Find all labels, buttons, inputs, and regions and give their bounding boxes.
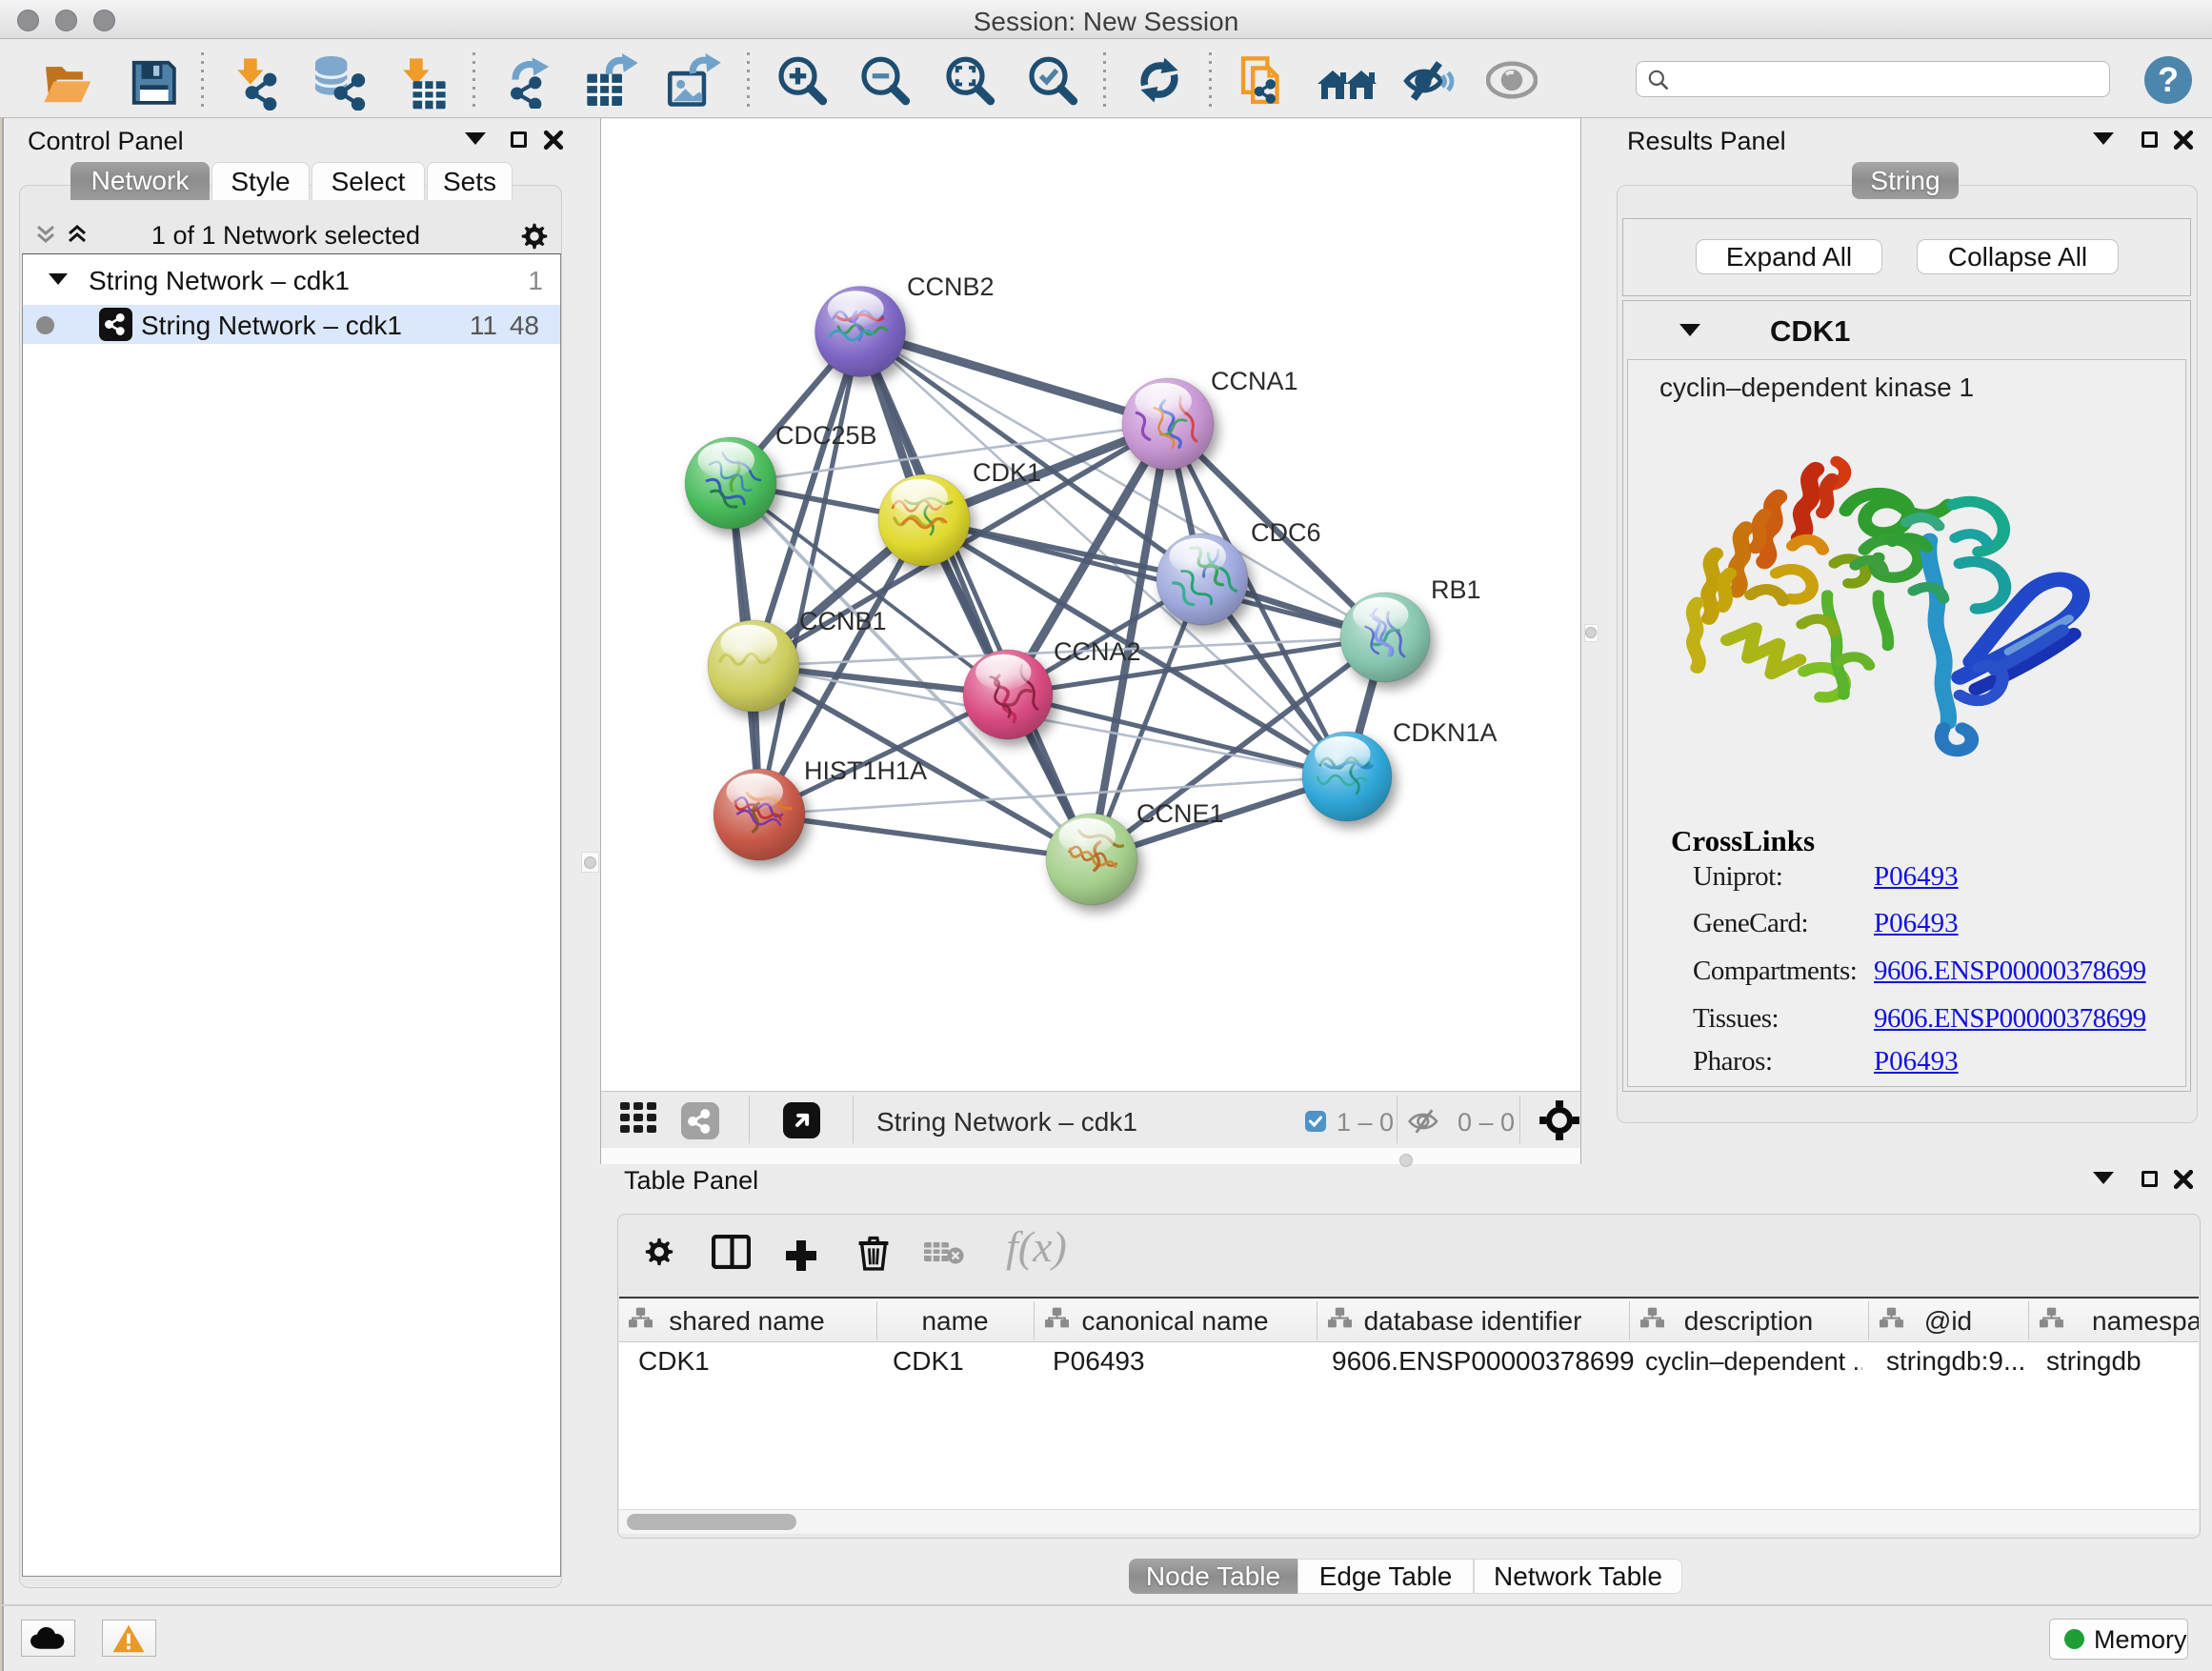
svg-text:CCNA1: CCNA1 [1211,367,1298,395]
svg-text:CDK1: CDK1 [973,458,1041,487]
svg-text:CCNE1: CCNE1 [1136,799,1224,828]
svg-text:RB1: RB1 [1431,575,1481,604]
svg-text:CDC6: CDC6 [1251,518,1321,547]
svg-text:CCNA2: CCNA2 [1054,637,1141,666]
svg-text:CCNB1: CCNB1 [799,607,887,635]
svg-text:HIST1H1A: HIST1H1A [804,756,927,785]
svg-text:CCNB2: CCNB2 [907,272,995,301]
svg-text:CDKN1A: CDKN1A [1393,718,1498,747]
svg-text:CDC25B: CDC25B [775,421,877,450]
